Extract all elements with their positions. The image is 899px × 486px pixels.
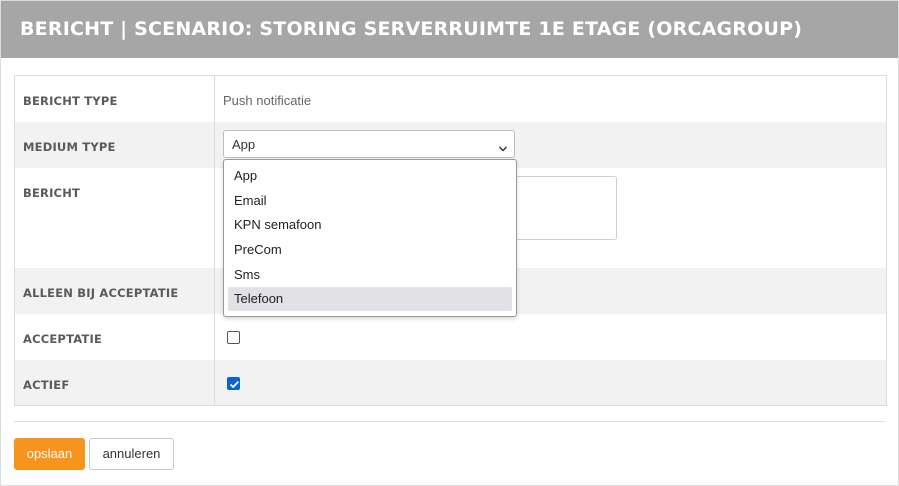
dialog-title: BERICHT | SCENARIO: STORING SERVERRUIMTE…: [20, 18, 803, 40]
dropdown-option-email[interactable]: Email: [228, 189, 512, 213]
medium-type-selected-value: App: [232, 137, 256, 152]
save-button[interactable]: opslaan: [14, 438, 85, 470]
dialog-header: BERICHT | SCENARIO: STORING SERVERRUIMTE…: [1, 1, 898, 58]
row-acceptatie: ACCEPTATIE: [15, 314, 886, 360]
row-actief: ACTIEF: [15, 360, 886, 405]
medium-type-select[interactable]: App: [223, 130, 515, 158]
dropdown-option-telefoon[interactable]: Telefoon: [228, 287, 512, 311]
dropdown-option-precom[interactable]: PreCom: [228, 238, 512, 262]
medium-type-dropdown-list: App Email KPN semafoon PreCom Sms Telefo…: [223, 159, 517, 317]
dropdown-option-app[interactable]: App: [228, 164, 512, 188]
chevron-down-icon: [498, 140, 508, 152]
bericht-type-value: Push notificatie: [223, 93, 312, 108]
actief-checkbox[interactable]: [227, 377, 240, 390]
footer-divider: [14, 421, 885, 422]
message-dialog: BERICHT | SCENARIO: STORING SERVERRUIMTE…: [0, 0, 899, 486]
row-bericht-type: BERICHT TYPE Push notificatie: [15, 76, 886, 122]
medium-type-label: MEDIUM TYPE: [23, 140, 116, 154]
dropdown-option-kpn-semafoon[interactable]: KPN semafoon: [228, 213, 512, 237]
alleen-bij-acceptatie-label: ALLEEN BIJ ACCEPTATIE: [23, 286, 179, 300]
checkmark-icon: [229, 380, 239, 389]
actief-label: ACTIEF: [23, 378, 70, 392]
acceptatie-checkbox[interactable]: [227, 331, 240, 344]
bericht-label: BERICHT: [23, 186, 81, 200]
dropdown-option-sms[interactable]: Sms: [228, 263, 512, 287]
bericht-type-label: BERICHT TYPE: [23, 94, 118, 108]
acceptatie-label: ACCEPTATIE: [23, 332, 103, 346]
cancel-button[interactable]: annuleren: [89, 438, 174, 470]
